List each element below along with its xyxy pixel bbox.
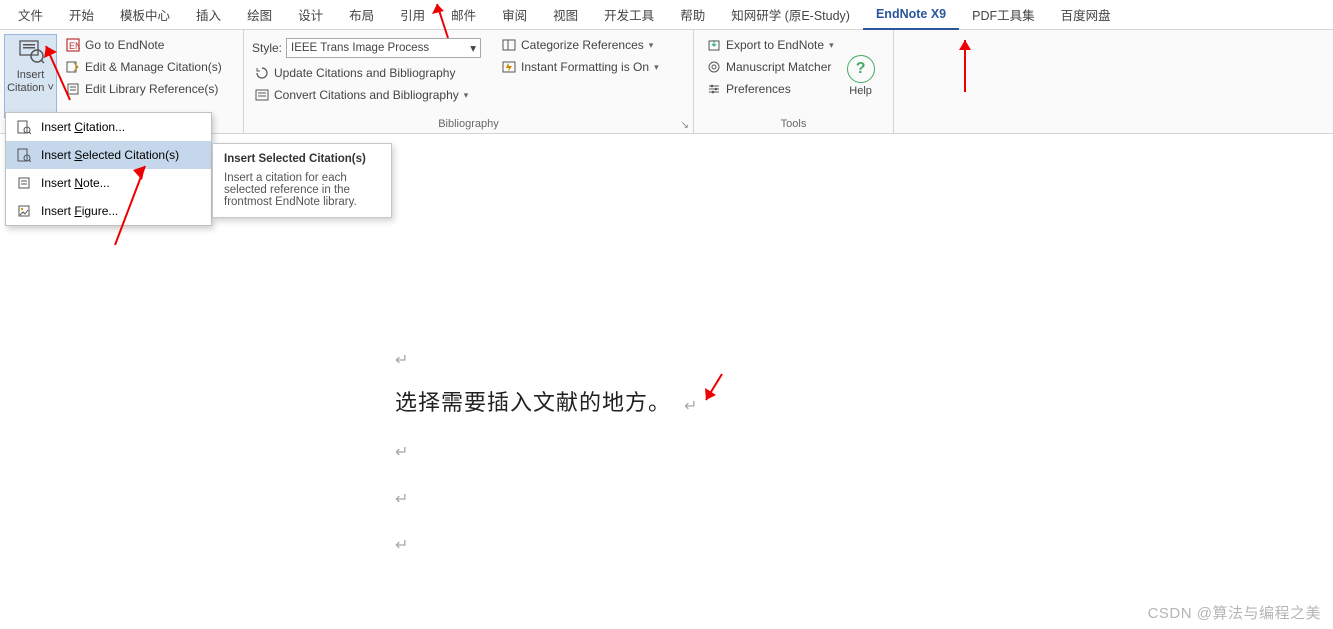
convert-citations[interactable]: Convert Citations and Bibliography ▾ [252,86,481,104]
style-value: IEEE Trans Image Process [291,42,429,54]
export-to-endnote[interactable]: Export to EndNote ▾ [704,36,837,54]
tab-layout[interactable]: 布局 [336,0,387,30]
convert-label: Convert Citations and Bibliography [274,88,459,102]
help-icon: ? [847,55,875,83]
insert-citation-button[interactable]: InsertCitation ˅ [4,34,57,118]
paragraph-mark: ↵ [395,473,1135,519]
tab-cnki[interactable]: 知网研学 (原E-Study) [718,0,863,30]
categorize-label: Categorize References [521,38,644,52]
tools-group: Export to EndNote ▾ Manuscript Matcher P… [694,30,894,133]
tab-endnote-x9[interactable]: EndNote X9 [863,0,959,30]
paragraph-mark: ↵ [395,426,1135,472]
chevron-down-icon: ▾ [464,90,469,101]
refresh-icon [255,66,269,80]
note-icon [17,176,31,190]
style-label: Style: [252,41,282,55]
edit-manage-citations[interactable]: Edit & Manage Citation(s) [63,58,225,76]
go-to-endnote-label: Go to EndNote [85,38,164,52]
manuscript-label: Manuscript Matcher [726,60,831,74]
style-select[interactable]: IEEE Trans Image Process ▾ [286,38,481,58]
tab-file[interactable]: 文件 [5,0,56,30]
instant-formatting[interactable]: Instant Formatting is On ▾ [499,58,662,76]
bibliography-group: Style: IEEE Trans Image Process ▾ Update… [244,30,694,133]
paragraph-text: 选择需要插入文献的地方。 ↵ [395,380,1135,426]
update-citations[interactable]: Update Citations and Bibliography [252,64,481,82]
dropdown-insert-figure[interactable]: Insert Figure... [6,197,211,225]
insert-citation-icon [17,39,45,65]
convert-icon [255,88,269,102]
edit-library-label: Edit Library Reference(s) [85,82,218,96]
svg-text:EN: EN [69,41,80,51]
export-icon [707,38,721,52]
tab-review[interactable]: 审阅 [489,0,540,30]
tab-insert[interactable]: 插入 [183,0,234,30]
tab-developer[interactable]: 开发工具 [591,0,667,30]
endnote-icon: EN [66,38,80,52]
tab-view[interactable]: 视图 [540,0,591,30]
document-page[interactable]: ↵ 选择需要插入文献的地方。 ↵ ↵ ↵ ↵ [395,274,1135,565]
help-label: Help [849,85,872,97]
dropdown-item-label: Insert Citation... [41,120,125,134]
tab-bar: 文件 开始 模板中心 插入 绘图 设计 布局 引用 邮件 审阅 视图 开发工具 … [0,0,1333,30]
preferences[interactable]: Preferences [704,80,837,98]
tab-pdftools[interactable]: PDF工具集 [959,0,1048,30]
watermark: CSDN @算法与编程之美 [1148,602,1321,623]
dropdown-insert-citation[interactable]: Insert Citation... [6,113,211,141]
go-to-endnote[interactable]: EN Go to EndNote [63,36,225,54]
dropdown-item-label: Insert Selected Citation(s) [41,148,179,162]
dropdown-item-label: Insert Note... [41,176,110,190]
dialog-launcher-icon[interactable]: ↘ [681,120,689,131]
tools-group-label: Tools [694,118,893,133]
tooltip-body: Insert a citation for each selected refe… [224,172,380,208]
chevron-down-icon: ▾ [649,40,654,51]
chevron-down-icon: ▾ [829,40,834,51]
tab-template[interactable]: 模板中心 [107,0,183,30]
dropdown-item-label: Insert Figure... [41,204,118,218]
lightning-icon [502,60,516,74]
insert-citation-dropdown: Insert Citation... Insert Selected Citat… [5,112,212,226]
instant-fmt-label: Instant Formatting is On [521,60,649,74]
insert-citation-label: InsertCitation ˅ [7,69,54,95]
book-icon [66,82,80,96]
help-button[interactable]: ? Help [837,34,885,118]
search-doc-icon [17,148,31,162]
target-icon [707,60,721,74]
edit-icon [66,60,80,74]
figure-icon [17,204,31,218]
tab-home[interactable]: 开始 [56,0,107,30]
dropdown-insert-note[interactable]: Insert Note... [6,169,211,197]
categorize-icon [502,38,516,52]
manuscript-matcher[interactable]: Manuscript Matcher [704,58,837,76]
tab-design[interactable]: 设计 [285,0,336,30]
update-label: Update Citations and Bibliography [274,66,455,80]
edit-manage-label: Edit & Manage Citation(s) [85,60,222,74]
tab-draw[interactable]: 绘图 [234,0,285,30]
tooltip-title: Insert Selected Citation(s) [224,153,380,165]
tab-baidu[interactable]: 百度网盘 [1048,0,1124,30]
search-doc-icon [17,120,31,134]
tab-references[interactable]: 引用 [387,0,438,30]
paragraph-mark: ↵ [395,519,1135,565]
categorize-references[interactable]: Categorize References ▾ [499,36,662,54]
tooltip: Insert Selected Citation(s) Insert a cit… [212,143,392,218]
tab-help[interactable]: 帮助 [667,0,718,30]
chevron-down-icon: ▾ [470,41,476,55]
edit-library-references[interactable]: Edit Library Reference(s) [63,80,225,98]
chevron-down-icon: ▾ [654,62,659,73]
export-label: Export to EndNote [726,38,824,52]
body-text: 选择需要插入文献的地方。 [395,390,671,415]
preferences-label: Preferences [726,82,791,96]
paragraph-mark: ↵ [395,334,1135,380]
dropdown-insert-selected[interactable]: Insert Selected Citation(s) [6,141,211,169]
bibliography-group-label: Bibliography ↘ [244,118,693,133]
tab-mailings[interactable]: 邮件 [438,0,489,30]
preferences-icon [707,82,721,96]
